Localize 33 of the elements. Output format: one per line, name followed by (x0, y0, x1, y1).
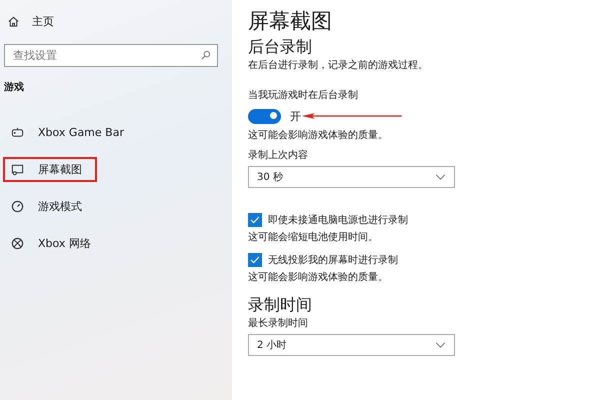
nav-item[interactable]: Xbox Game Bar (3, 120, 132, 145)
nav-item[interactable]: Xbox 网络 (3, 231, 99, 256)
checkbox[interactable] (248, 253, 262, 267)
gauge-icon (11, 200, 24, 213)
page-title: 屏幕截图 (248, 8, 333, 35)
dropdown[interactable]: 2 小时 (248, 334, 455, 356)
hint-text: 这可能会影响游戏体验的质量。 (248, 128, 389, 143)
checkbox-label: 无线投影我的屏幕时进行录制 (268, 254, 398, 267)
toggle-switch[interactable] (248, 108, 281, 124)
xbox-icon (11, 237, 24, 250)
dropdown[interactable]: 30 秒 (248, 166, 455, 188)
home-link[interactable]: 主页 (32, 14, 54, 28)
section-description: 在后台进行录制，记录之前的游戏过程。 (248, 58, 429, 73)
hint-text: 这可能会影响游戏体验的质量。 (248, 270, 389, 285)
dropdown-label: 最长录制时间 (248, 316, 309, 331)
toggle-label: 当我玩游戏时在后台录制 (248, 88, 359, 103)
chevron-down-icon (435, 342, 446, 348)
checkbox[interactable] (248, 213, 262, 227)
checkbox-label: 即使未接通电脑电源也进行录制 (268, 214, 408, 227)
search-icon (200, 50, 211, 61)
section-heading: 游戏 (4, 80, 25, 94)
nav-item[interactable]: 屏幕截图 (3, 157, 97, 182)
hint-text: 这可能会缩短电池使用时间。 (248, 230, 379, 245)
search-field[interactable]: 查找设置 (4, 44, 218, 67)
section-heading: 后台录制 (248, 36, 313, 58)
dropdown-label: 录制上次内容 (248, 148, 309, 163)
gamepad-icon (11, 126, 24, 139)
toggle-state: 开 (290, 108, 301, 124)
chevron-down-icon (435, 174, 446, 180)
section-heading: 录制时间 (248, 294, 313, 316)
nav-item[interactable]: 游戏模式 (3, 194, 97, 219)
screen-capture-icon (11, 163, 24, 176)
home-icon (7, 14, 20, 28)
